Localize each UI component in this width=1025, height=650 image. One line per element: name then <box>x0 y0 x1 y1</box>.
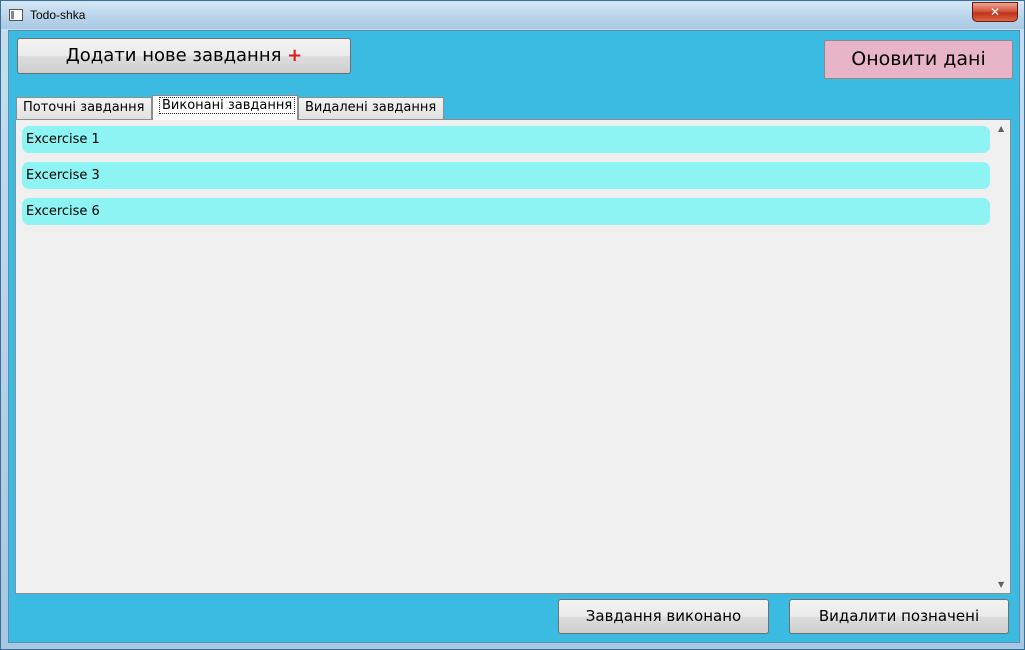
close-icon: ✕ <box>989 5 1001 19</box>
main-area: Додати нове завдання + Оновити дані Пото… <box>8 30 1020 643</box>
tab-current-label: Поточні завдання <box>23 100 145 115</box>
vertical-scrollbar[interactable]: ▲ ▼ <box>993 120 1010 593</box>
task-item[interactable]: Excercise 3 <box>22 162 990 189</box>
title-bar[interactable]: Todo-shka ✕ <box>1 1 1024 29</box>
delete-selected-button[interactable]: Видалити позначені <box>789 599 1009 634</box>
task-list: Excercise 1 Excercise 3 Excercise 6 <box>22 126 990 234</box>
tab-completed-label: Виконані завдання <box>159 97 296 114</box>
scroll-up-icon[interactable]: ▲ <box>998 124 1004 133</box>
tab-deleted[interactable]: Видалені завдання <box>298 97 444 119</box>
task-item[interactable]: Excercise 1 <box>22 126 990 153</box>
tasks-panel: Excercise 1 Excercise 3 Excercise 6 ▲ ▼ <box>15 119 1011 594</box>
add-task-label: Додати нове завдання <box>65 45 282 66</box>
window-title: Todo-shka <box>30 8 86 22</box>
close-button[interactable]: ✕ <box>972 2 1018 22</box>
tab-deleted-label: Видалені завдання <box>305 100 437 115</box>
refresh-button[interactable]: Оновити дані <box>824 40 1013 79</box>
add-task-button[interactable]: Додати нове завдання + <box>17 38 351 74</box>
task-item[interactable]: Excercise 6 <box>22 198 990 225</box>
plus-icon: + <box>287 45 303 66</box>
scroll-down-icon[interactable]: ▼ <box>998 580 1004 589</box>
tab-completed[interactable]: Виконані завдання <box>152 95 298 120</box>
tab-current[interactable]: Поточні завдання <box>16 97 152 119</box>
app-icon <box>9 9 23 21</box>
mark-done-button[interactable]: Завдання виконано <box>558 599 769 634</box>
app-window: Todo-shka ✕ Додати нове завдання + Онови… <box>0 0 1025 650</box>
